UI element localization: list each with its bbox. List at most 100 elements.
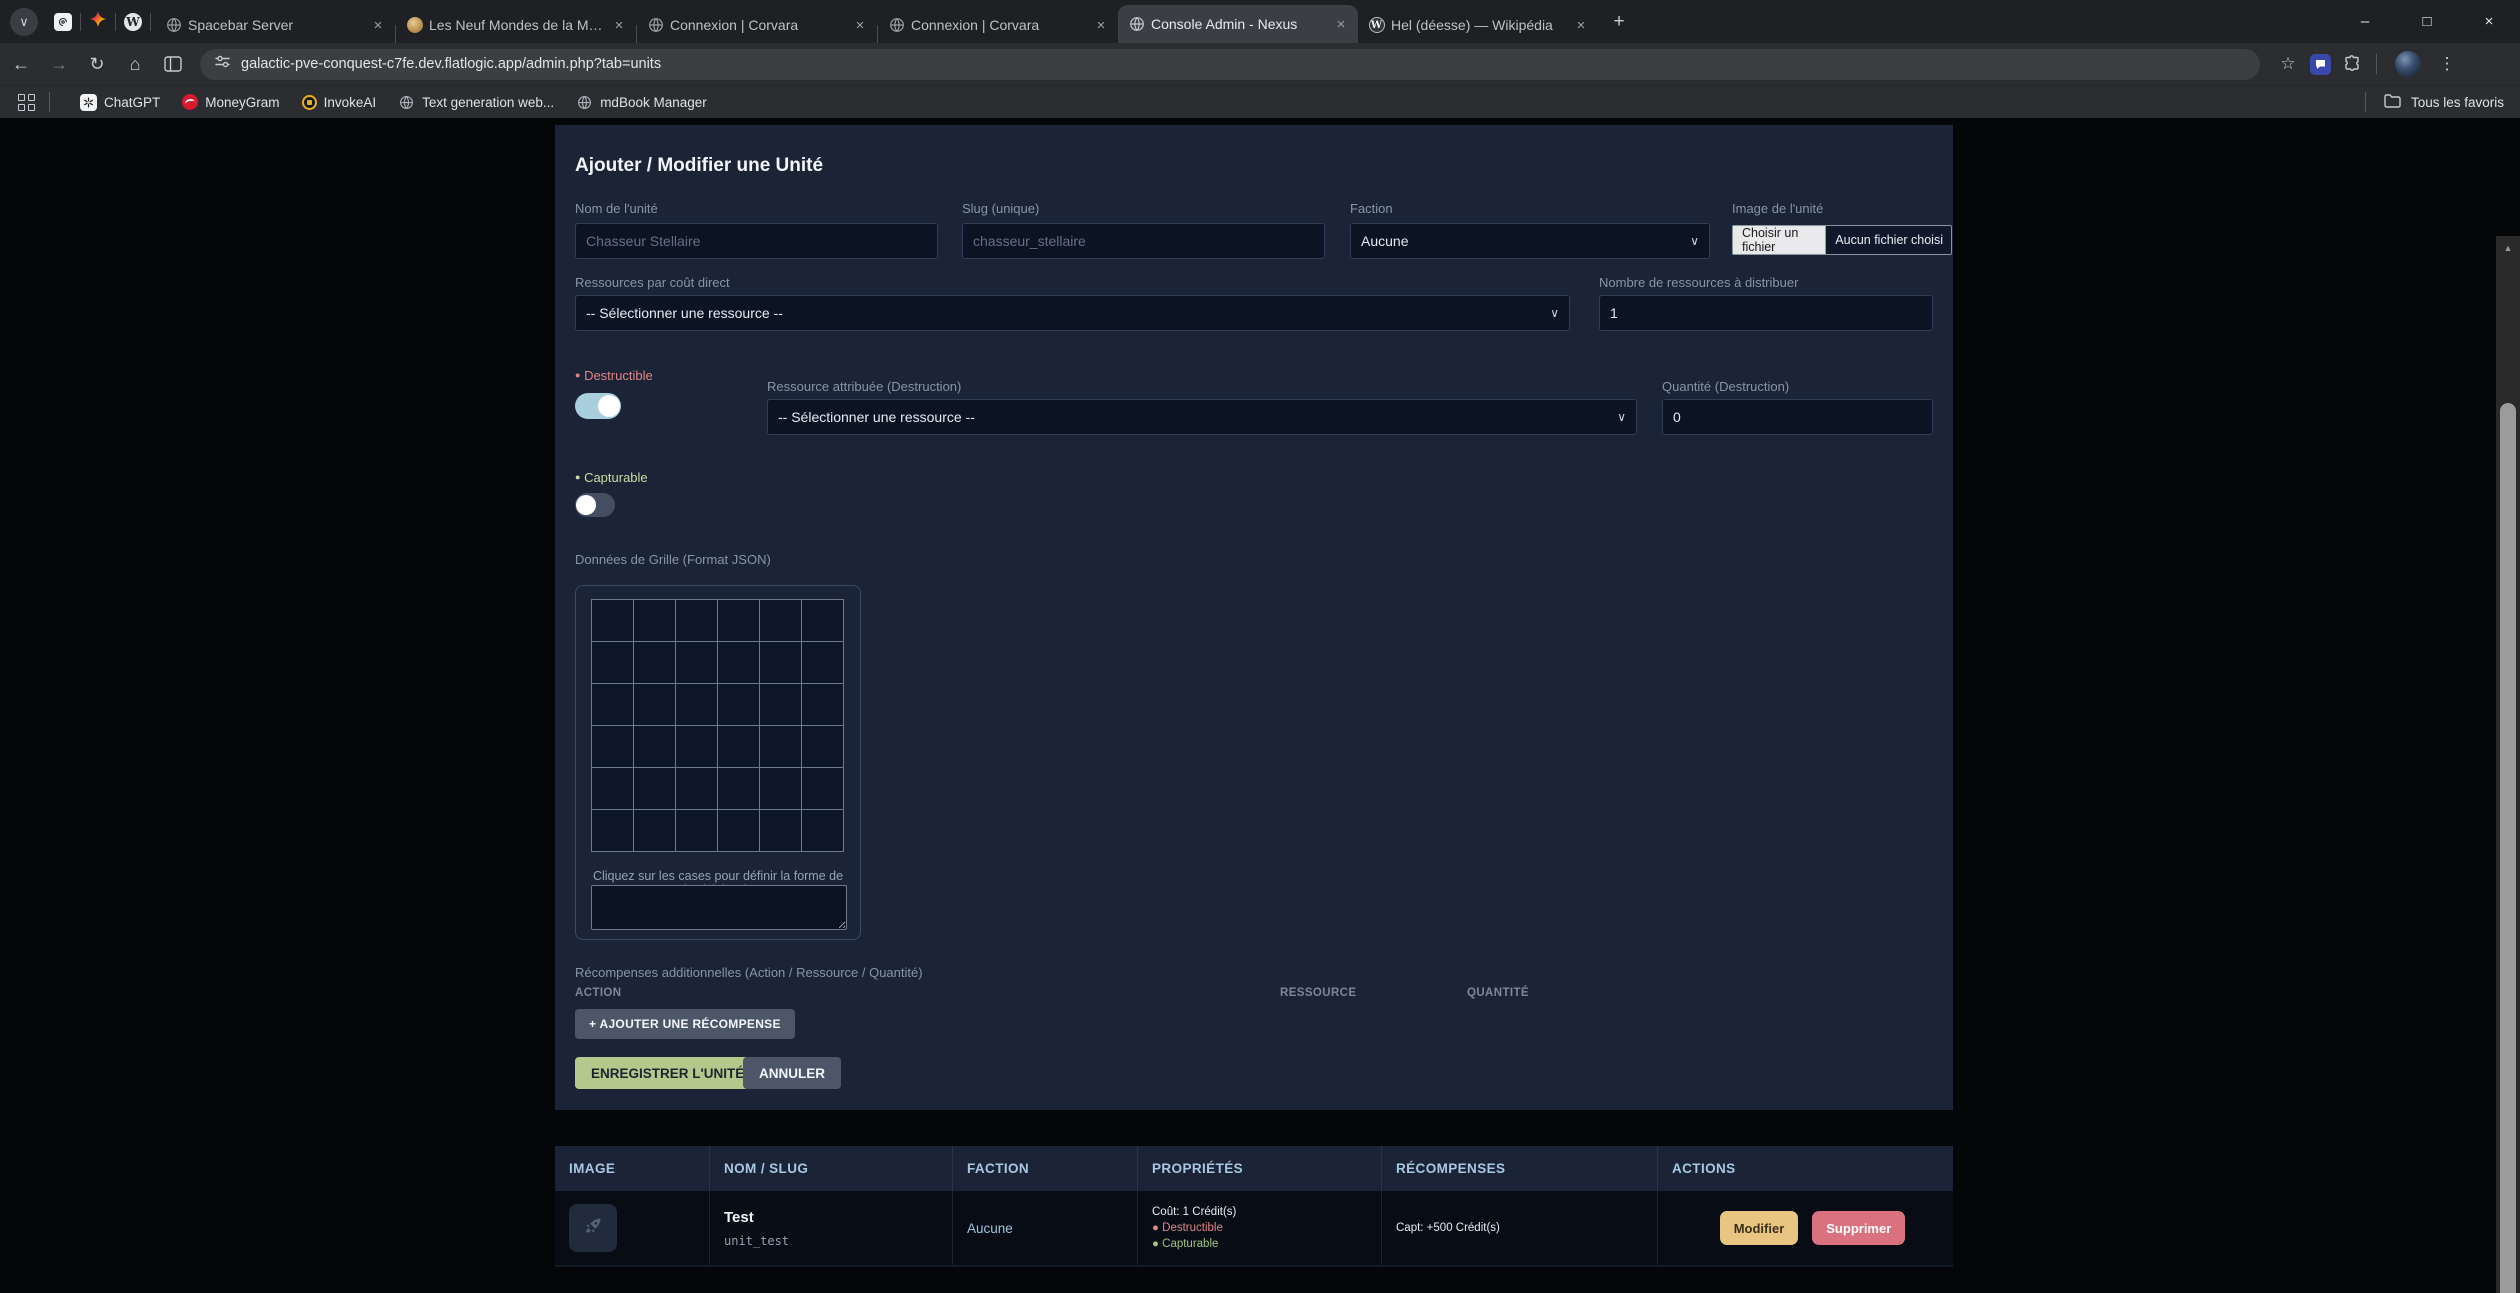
pinned-tab-gemini[interactable]	[81, 5, 115, 39]
bookmark-star-button[interactable]: ☆	[2272, 48, 2304, 80]
grid-cell[interactable]	[675, 767, 718, 810]
grid-cell[interactable]	[675, 809, 718, 852]
address-bar[interactable]: galactic-pve-conquest-c7fe.dev.flatlogic…	[200, 49, 2260, 80]
grid-cell[interactable]	[759, 767, 802, 810]
grid-cell[interactable]	[717, 725, 760, 768]
grid-cell[interactable]	[759, 599, 802, 642]
slug-input[interactable]	[962, 223, 1325, 259]
grid-cell[interactable]	[633, 767, 676, 810]
grid-cell[interactable]	[801, 599, 844, 642]
back-button[interactable]: ←	[4, 47, 38, 81]
image-file-input[interactable]: Choisir un fichier Aucun fichier choisi	[1732, 225, 1952, 255]
bookmark-invokeai[interactable]: InvokeAI	[302, 95, 377, 110]
close-icon[interactable]: ×	[369, 16, 387, 34]
extensions-puzzle-button[interactable]	[2336, 48, 2368, 80]
grid-cell[interactable]	[675, 599, 718, 642]
cost-resource-select[interactable]: -- Sélectionner une ressource -- ∨	[575, 295, 1570, 331]
edit-unit-button[interactable]: Modifier	[1720, 1211, 1799, 1245]
scroll-up-icon[interactable]: ▲	[2496, 238, 2520, 258]
pinned-tab-fingerprint[interactable]	[46, 5, 80, 39]
profile-avatar[interactable]	[2395, 51, 2421, 77]
grid-cell[interactable]	[717, 641, 760, 684]
grid-cell[interactable]	[675, 641, 718, 684]
grid-cell[interactable]	[591, 809, 634, 852]
window-controls: – □ ×	[2334, 0, 2520, 43]
grid-cell[interactable]	[633, 725, 676, 768]
bookmark-text-generation[interactable]: Text generation web...	[398, 94, 554, 111]
grid-cell[interactable]	[717, 599, 760, 642]
grid-cell[interactable]	[675, 683, 718, 726]
tab-neuf-mondes[interactable]: Les Neuf Mondes de la Mythol ×	[396, 7, 636, 43]
grid-cell[interactable]	[591, 767, 634, 810]
destructible-toggle[interactable]	[575, 393, 621, 419]
delete-unit-button[interactable]: Supprimer	[1812, 1211, 1905, 1245]
site-settings-icon[interactable]	[214, 53, 231, 75]
bookmark-moneygram[interactable]: MoneyGram	[182, 94, 279, 110]
bookmark-mdbook-manager[interactable]: mdBook Manager	[576, 94, 707, 111]
name-input[interactable]	[575, 223, 938, 259]
image-label: Image de l'unité	[1732, 201, 1823, 216]
grid-cell[interactable]	[633, 683, 676, 726]
minimize-button[interactable]: –	[2334, 0, 2396, 43]
extension-shortcut-button[interactable]	[2304, 48, 2336, 80]
grid-cell[interactable]	[591, 641, 634, 684]
grid-json-textarea[interactable]	[591, 885, 847, 930]
tab-spacebar-server[interactable]: Spacebar Server ×	[155, 7, 395, 43]
pinned-tab-wordpress[interactable]: W	[116, 5, 150, 39]
grid-cell[interactable]	[759, 725, 802, 768]
grid-cell[interactable]	[759, 809, 802, 852]
all-bookmarks[interactable]: Tous les favoris	[2357, 92, 2504, 112]
side-panel-button[interactable]	[156, 47, 190, 81]
new-tab-button[interactable]: +	[1604, 7, 1634, 37]
apps-grid-icon[interactable]	[18, 94, 35, 111]
tab-search-button[interactable]: ∨	[10, 8, 38, 36]
page-scrollbar[interactable]: ▲ ▼	[2496, 236, 2520, 1293]
grid-cell[interactable]	[633, 809, 676, 852]
close-icon[interactable]: ×	[851, 16, 869, 34]
close-window-button[interactable]: ×	[2458, 0, 2520, 43]
bookmark-chatgpt[interactable]: ChatGPT	[80, 94, 160, 111]
grid-cell[interactable]	[801, 683, 844, 726]
grid-cell[interactable]	[759, 683, 802, 726]
url-text[interactable]: galactic-pve-conquest-c7fe.dev.flatlogic…	[241, 56, 661, 72]
tab-hel-wikipedia[interactable]: W Hel (déesse) — Wikipédia ×	[1358, 7, 1598, 43]
header-actions: ACTIONS	[1658, 1146, 1953, 1191]
grid-cell[interactable]	[675, 725, 718, 768]
cancel-button[interactable]: ANNULER	[743, 1057, 841, 1089]
destruction-resource-select[interactable]: -- Sélectionner une ressource -- ∨	[767, 399, 1637, 435]
grid-cell[interactable]	[801, 641, 844, 684]
reload-button[interactable]: ↻	[80, 47, 114, 81]
save-unit-button[interactable]: ENREGISTRER L'UNITÉ	[575, 1057, 760, 1089]
maximize-button[interactable]: □	[2396, 0, 2458, 43]
grid-cell[interactable]	[801, 725, 844, 768]
grid-cell[interactable]	[633, 599, 676, 642]
grid-cell[interactable]	[801, 809, 844, 852]
choose-file-button[interactable]: Choisir un fichier	[1733, 226, 1826, 254]
grid-cell[interactable]	[591, 725, 634, 768]
grid-cell[interactable]	[759, 641, 802, 684]
tab-console-admin-nexus[interactable]: Console Admin - Nexus ×	[1118, 5, 1358, 43]
close-icon[interactable]: ×	[1332, 15, 1350, 33]
grid-cell[interactable]	[591, 683, 634, 726]
tab-connexion-corvara-1[interactable]: Connexion | Corvara ×	[637, 7, 877, 43]
forward-button[interactable]: →	[42, 47, 76, 81]
resource-count-input[interactable]	[1599, 295, 1933, 331]
grid-cell[interactable]	[591, 599, 634, 642]
grid-cell[interactable]	[801, 767, 844, 810]
faction-select[interactable]: Aucune ∨	[1350, 223, 1710, 259]
grid-cell[interactable]	[633, 641, 676, 684]
grid-cell[interactable]	[717, 683, 760, 726]
scrollbar-thumb[interactable]	[2500, 403, 2516, 1293]
add-reward-button[interactable]: + AJOUTER UNE RÉCOMPENSE	[575, 1009, 795, 1039]
destruction-qty-input[interactable]	[1662, 399, 1933, 435]
grid-cell[interactable]	[717, 767, 760, 810]
grid-cell[interactable]	[717, 809, 760, 852]
capturable-toggle[interactable]	[575, 493, 615, 517]
close-icon[interactable]: ×	[1572, 16, 1590, 34]
close-icon[interactable]: ×	[1092, 16, 1110, 34]
divider	[49, 92, 50, 112]
home-button[interactable]: ⌂	[118, 47, 152, 81]
close-icon[interactable]: ×	[610, 16, 628, 34]
tab-connexion-corvara-2[interactable]: Connexion | Corvara ×	[878, 7, 1118, 43]
browser-menu-button[interactable]: ⋮	[2431, 48, 2463, 80]
